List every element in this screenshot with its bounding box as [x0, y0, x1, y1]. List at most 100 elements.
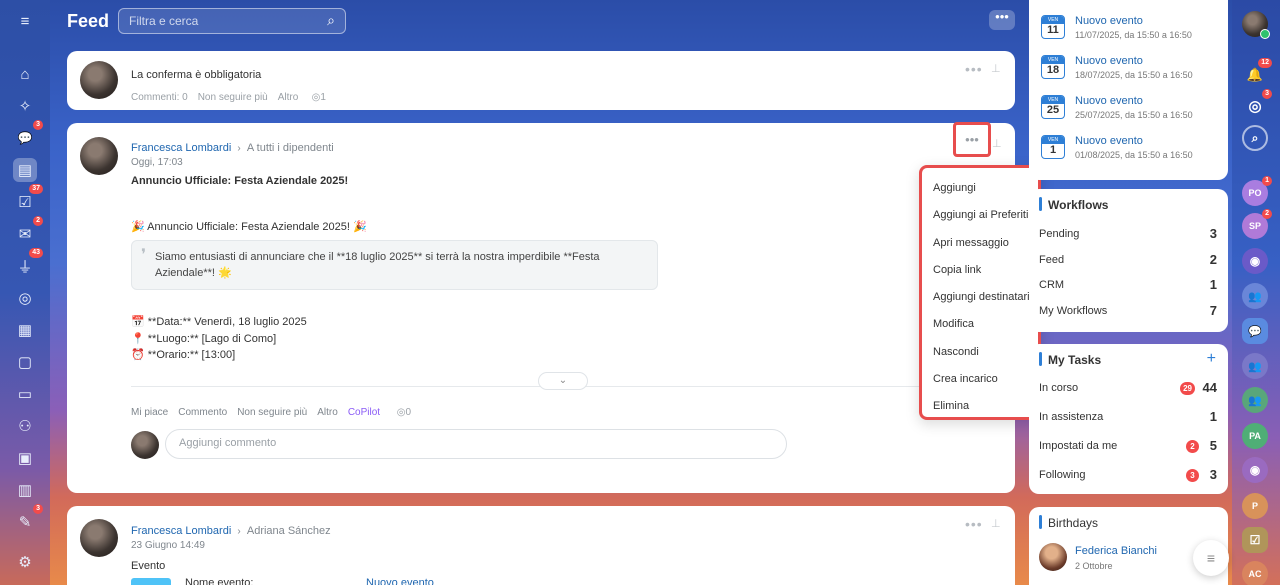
copilot-link[interactable]: CoPilot — [348, 407, 380, 418]
recipients[interactable]: Adriana Sánchez — [247, 525, 331, 537]
task-icon[interactable]: ☑ — [1242, 527, 1268, 553]
copilot-icon[interactable]: ✧ — [13, 94, 37, 118]
post-header: Francesca Lombardi › A tutti i dipendent… — [131, 140, 334, 154]
avatar[interactable] — [1039, 543, 1067, 571]
workflows-title[interactable]: Workflows — [1048, 198, 1108, 212]
unfollow-link[interactable]: Non seguire più — [198, 92, 268, 103]
people-icon[interactable]: 👥 — [1242, 283, 1268, 309]
pin-icon[interactable]: ⊥ — [991, 62, 1001, 75]
post-more-icon[interactable]: ••• — [965, 516, 983, 532]
schedule-icon[interactable]: ▥ — [13, 478, 37, 502]
comment-link[interactable]: Commento — [178, 407, 227, 418]
task-row[interactable]: In corso 29 44 — [1039, 380, 1217, 398]
copilot-badge: 3 — [1262, 89, 1272, 99]
event-title[interactable]: Nuovo evento — [1075, 55, 1143, 67]
recipients[interactable]: A tutti i dipendenti — [247, 142, 334, 154]
task-row[interactable]: Following 3 3 — [1039, 467, 1217, 485]
menu-item-open-message[interactable]: Apri messaggio — [922, 230, 1038, 257]
pinned-post-title[interactable]: La conferma è obbligatoria — [131, 69, 261, 81]
quote-block: ❜ Siamo entusiasti di annunciare che il … — [131, 240, 658, 290]
birthdays-title[interactable]: Birthdays — [1048, 516, 1098, 530]
pin-icon[interactable]: ⊥ — [992, 137, 1002, 150]
comment-input[interactable]: Aggiungi commento — [165, 429, 787, 459]
menu-item-copy-link[interactable]: Copia link — [922, 257, 1038, 284]
panel-accent — [1039, 515, 1042, 529]
second-post-card: Francesca Lombardi › Adriana Sánchez 23 … — [67, 506, 1015, 585]
workflow-row[interactable]: Feed 2 — [1039, 252, 1217, 270]
header-more-button[interactable]: ••• — [989, 10, 1015, 30]
menu-item-create-task[interactable]: Crea incarico — [922, 366, 1038, 393]
group-avatar-p[interactable]: P — [1242, 493, 1268, 519]
settings-icon[interactable]: ⚙ — [13, 550, 37, 574]
group-avatar-sp[interactable]: SP 2 — [1242, 209, 1272, 239]
plus-icon[interactable]: + — [1207, 350, 1216, 368]
bell-icon[interactable]: 🔔 12 — [1242, 58, 1272, 88]
mail-icon[interactable]: ✉ 2 — [13, 216, 43, 246]
post-time[interactable]: Oggi, 17:03 — [131, 157, 183, 168]
workflow-row[interactable]: My Workflows 7 — [1039, 303, 1217, 321]
event-value-link[interactable]: Nuovo evento — [366, 577, 434, 585]
edit-icon[interactable]: ✎ 3 — [13, 504, 43, 534]
list-fab-icon[interactable]: ≡ — [1193, 540, 1229, 576]
menu-item-hide[interactable]: Nascondi — [922, 339, 1038, 366]
chat-icon[interactable]: 💬 3 — [13, 120, 43, 150]
group-avatar-ac[interactable]: AC — [1242, 561, 1268, 585]
people-icon[interactable]: ⚇ — [13, 414, 37, 438]
workflow-row[interactable]: Pending 3 — [1039, 226, 1217, 244]
people-icon[interactable]: 👥 — [1242, 387, 1268, 413]
home-icon[interactable]: ⌂ — [13, 62, 37, 86]
group-avatar-po[interactable]: PO 1 — [1242, 176, 1272, 206]
event-title[interactable]: Nuovo evento — [1075, 135, 1143, 147]
author-link[interactable]: Francesca Lombardi — [131, 142, 231, 154]
user-avatar-icon[interactable] — [1242, 11, 1270, 39]
menu-item-delete[interactable]: Elimina — [922, 393, 1038, 420]
channel-icon[interactable]: ◉ — [1242, 248, 1268, 274]
pin-icon[interactable]: ⊥ — [991, 517, 1001, 530]
booking-icon[interactable]: ▣ — [13, 446, 37, 470]
group-avatar-pa[interactable]: PA — [1242, 423, 1268, 449]
feed-icon[interactable]: ▤ — [13, 158, 37, 182]
birthday-date: 2 Ottobre — [1075, 561, 1113, 571]
avatar[interactable] — [80, 61, 118, 99]
post-time[interactable]: 23 Giugno 14:49 — [131, 540, 205, 551]
group-badge: 1 — [1262, 176, 1272, 186]
task-row[interactable]: Impostati da me 2 5 — [1039, 438, 1217, 456]
funnel-icon[interactable]: ⏚ 43 — [13, 248, 43, 278]
menu-item-add-recipients[interactable]: Aggiungi destinatari — [922, 284, 1038, 311]
menu-item-edit[interactable]: Modifica — [922, 311, 1038, 338]
expand-chevron-icon[interactable]: ⌄ — [538, 372, 588, 390]
birthday-name[interactable]: Federica Bianchi — [1075, 545, 1157, 557]
chevron-right-icon: › — [234, 143, 244, 154]
more-link[interactable]: Altro — [278, 92, 299, 103]
target-icon[interactable]: ◎ — [13, 286, 37, 310]
menu-item-add-favorites[interactable]: Aggiungi ai Preferiti — [922, 202, 1038, 229]
calendar-icon: VEN 25 — [1041, 95, 1065, 119]
post-more-button[interactable]: ••• — [953, 122, 991, 157]
copilot-ring-icon[interactable]: ◎ 3 — [1242, 89, 1272, 119]
avatar[interactable] — [80, 519, 118, 557]
menu-icon[interactable]: ≡ — [13, 9, 37, 33]
unfollow-link[interactable]: Non seguire più — [237, 407, 307, 418]
storage-icon[interactable]: ▭ — [13, 382, 37, 406]
avatar[interactable] — [80, 137, 118, 175]
workflow-row[interactable]: CRM 1 — [1039, 277, 1217, 295]
chat-search-icon[interactable]: ⌕ — [1242, 125, 1268, 151]
event-title[interactable]: Nuovo evento — [1075, 15, 1143, 27]
search-icon[interactable]: ⌕ — [327, 12, 335, 29]
post-type: Evento — [131, 560, 166, 572]
channel-icon[interactable]: ◉ — [1242, 457, 1268, 483]
more-link[interactable]: Altro — [317, 407, 338, 418]
my-tasks-title[interactable]: My Tasks — [1048, 353, 1101, 367]
calendar-icon[interactable]: ▦ — [13, 318, 37, 342]
chat-icon[interactable]: 💬 — [1242, 318, 1268, 344]
author-link[interactable]: Francesca Lombardi — [131, 525, 231, 537]
document-icon[interactable]: ▢ — [13, 350, 37, 374]
event-title[interactable]: Nuovo evento — [1075, 95, 1143, 107]
search-input[interactable]: Filtra e cerca ⌕ — [118, 8, 346, 34]
menu-item-add[interactable]: Aggiungi — [922, 175, 1038, 202]
tasks-icon[interactable]: ☑ 37 — [13, 184, 43, 214]
like-link[interactable]: Mi piace — [131, 407, 168, 418]
people-icon[interactable]: 👥 — [1242, 353, 1268, 379]
task-row[interactable]: In assistenza 1 — [1039, 409, 1217, 427]
post-more-icon[interactable]: ••• — [965, 61, 983, 77]
